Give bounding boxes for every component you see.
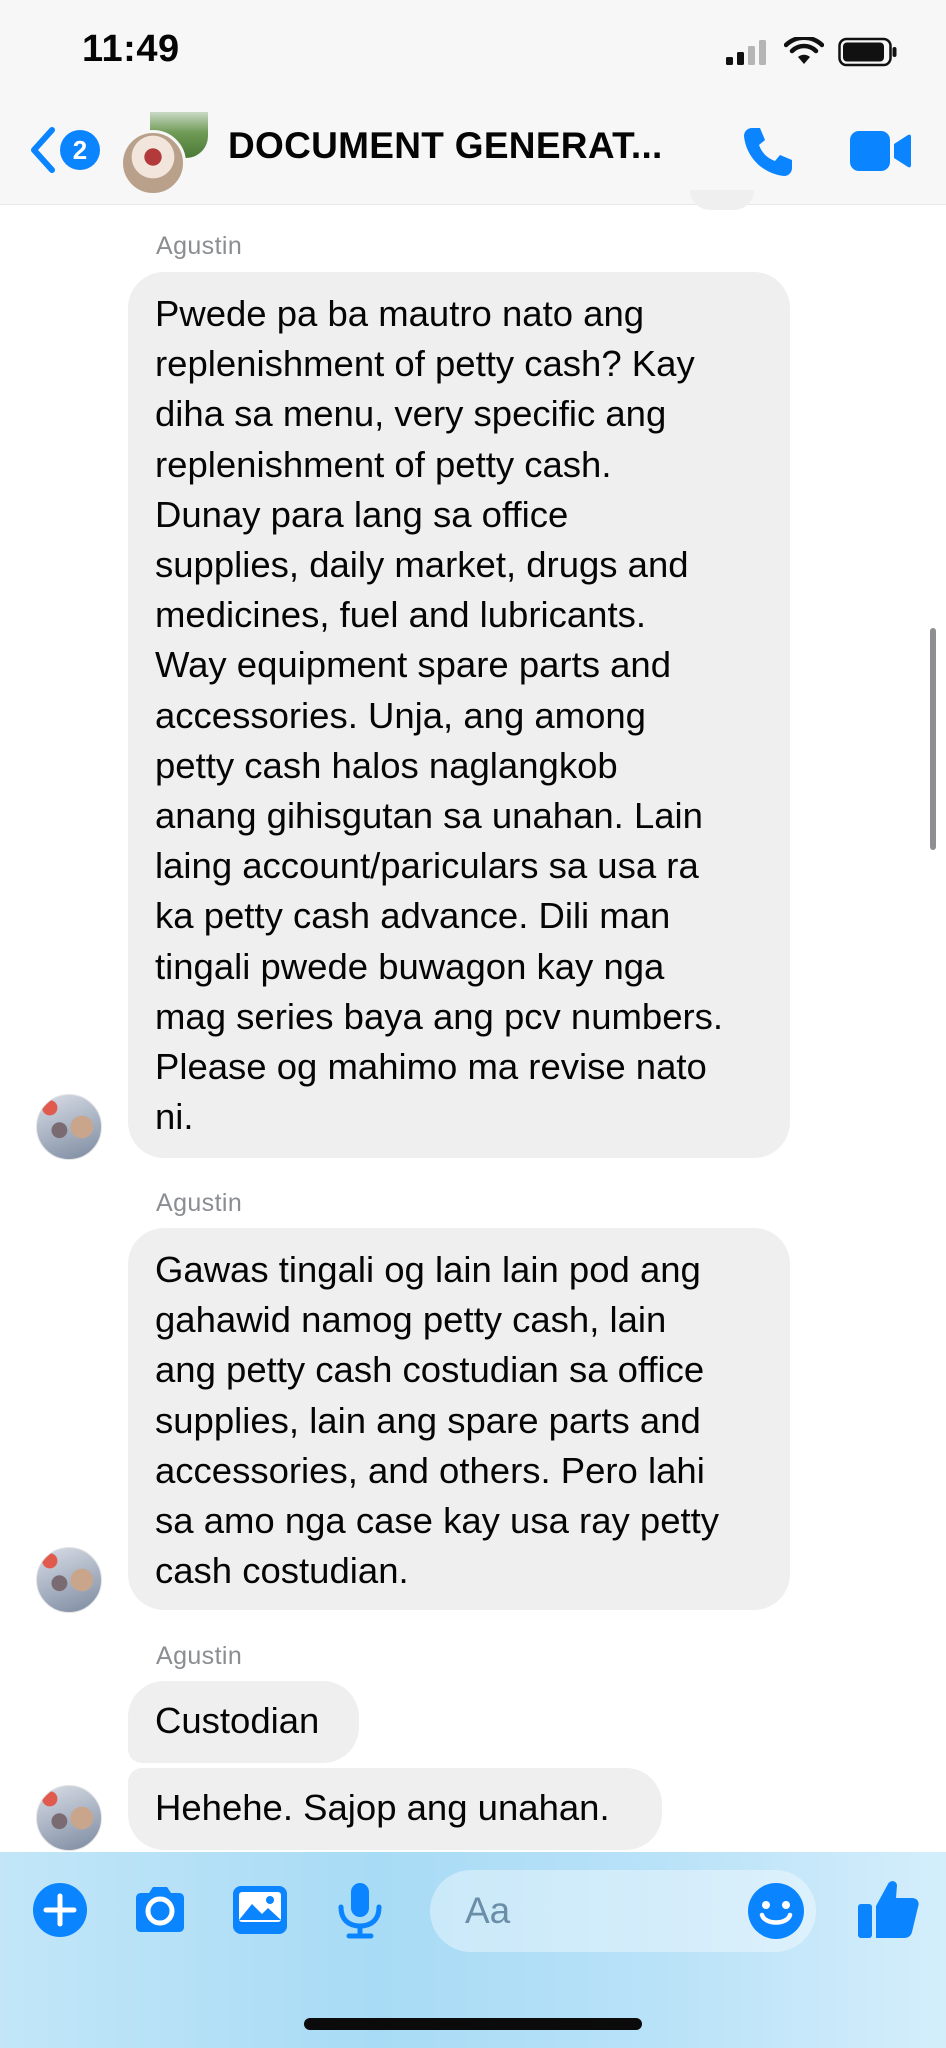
message-bubble[interactable]: Custodian (128, 1681, 359, 1763)
gallery-icon[interactable] (230, 1880, 290, 1940)
status-time: 11:49 (82, 28, 180, 70)
battery-icon (838, 37, 897, 67)
unread-badge: 2 (60, 130, 100, 170)
video-camera-icon[interactable] (848, 126, 912, 176)
group-avatar[interactable] (120, 112, 210, 202)
sender-avatar[interactable] (36, 1547, 102, 1613)
microphone-icon[interactable] (330, 1880, 390, 1940)
scrollbar[interactable] (930, 628, 936, 850)
message-input-placeholder: Aa (465, 1890, 511, 1931)
sender-avatar[interactable] (36, 1094, 102, 1160)
plus-icon[interactable] (30, 1880, 90, 1940)
sender-name: Agustin (156, 232, 243, 260)
home-indicator (304, 2018, 642, 2030)
sender-name: Agustin (156, 1642, 243, 1670)
previous-message-bubble (690, 190, 754, 210)
wifi-icon (784, 37, 824, 64)
avatar-photo (120, 130, 186, 196)
message-bubble[interactable]: Pwede pa ba mautro nato ang replenishmen… (128, 272, 790, 1158)
message-bubble[interactable]: Gawas tingali og lain lain pod ang gahaw… (128, 1228, 790, 1610)
chat-title[interactable]: DOCUMENT GENERAT... (228, 125, 698, 167)
camera-icon[interactable] (130, 1880, 190, 1940)
status-bar: 11:49 (0, 0, 946, 100)
sender-name: Agustin (156, 1189, 243, 1217)
message-bubble[interactable]: Hehehe. Sajop ang unahan. (128, 1768, 662, 1850)
sender-avatar[interactable] (36, 1785, 102, 1851)
emoji-icon[interactable] (746, 1881, 806, 1941)
signal-icon (726, 40, 766, 65)
back-chevron-icon (31, 127, 55, 173)
status-icons (726, 34, 898, 70)
phone-icon[interactable] (738, 122, 798, 182)
back-button[interactable]: 2 (28, 120, 100, 180)
thumbs-up-icon[interactable] (856, 1876, 920, 1942)
